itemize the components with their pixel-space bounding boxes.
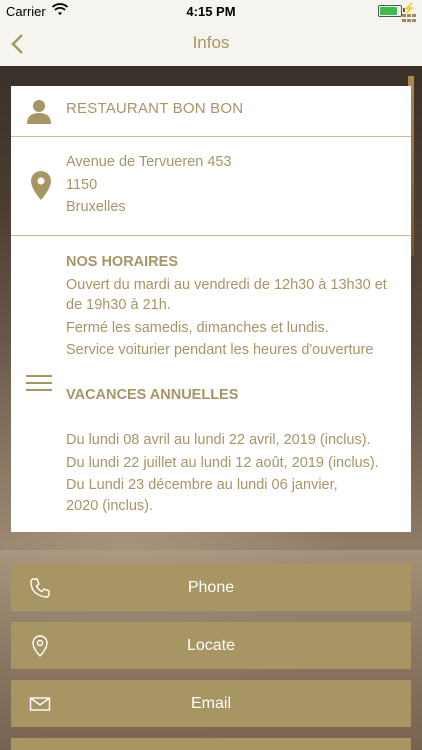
location-pin-icon bbox=[31, 171, 51, 200]
battery-icon bbox=[378, 5, 402, 17]
navigation-bar: Infos bbox=[0, 22, 422, 66]
app-grid-icon bbox=[402, 14, 418, 22]
hours-line: de 19h30 à 21h. bbox=[66, 297, 171, 313]
person-icon bbox=[27, 100, 51, 124]
phone-button-label: Phone bbox=[187, 579, 235, 596]
clock: 4:15 PM bbox=[186, 4, 236, 19]
vacation-line: Du lundi 08 avril au lundi 22 avril, 201… bbox=[66, 432, 371, 448]
address-section: Avenue de Tervueren 453 1150 Bruxelles bbox=[11, 137, 411, 236]
vacation-title: VACANCES ANNUELLES bbox=[66, 387, 239, 403]
email-button[interactable]: Email bbox=[11, 680, 411, 727]
phone-button[interactable]: Phone bbox=[11, 564, 411, 611]
page-title: Infos bbox=[192, 33, 230, 52]
menu-lines-icon bbox=[26, 375, 52, 391]
restaurant-name-section: RESTAURANT BON BON bbox=[11, 86, 411, 137]
more-button[interactable] bbox=[11, 738, 411, 750]
hours-title: NOS HORAIRES bbox=[66, 254, 178, 270]
phone-icon bbox=[30, 578, 50, 598]
hours-line: Service voiturier pendant les heures d'o… bbox=[66, 342, 374, 358]
locate-button-label: Locate bbox=[186, 637, 236, 654]
status-bar: Carrier 4:15 PM ⚡ bbox=[0, 0, 422, 22]
vacation-line: Du lundi 22 juillet au lundi 12 août, 20… bbox=[66, 455, 379, 471]
address-postcode: 1150 bbox=[66, 177, 98, 193]
vacation-line: Du Lundi 23 décembre au lundi 06 janvier… bbox=[66, 477, 338, 493]
address-street: Avenue de Tervueren 453 bbox=[66, 154, 232, 170]
mail-icon bbox=[29, 697, 51, 711]
locate-button[interactable]: Locate bbox=[11, 622, 411, 669]
vacation-line: 2020 (inclus). bbox=[66, 498, 154, 514]
email-button-label: Email bbox=[190, 695, 231, 712]
hours-line: Ouvert du mardi au vendredi de 12h30 à 1… bbox=[66, 277, 387, 293]
pin-outline-icon bbox=[32, 635, 48, 657]
hours-line: Fermé les samedis, dimanches et lundis. bbox=[66, 320, 329, 336]
info-card: RESTAURANT BON BON Avenue de Tervueren 4… bbox=[11, 86, 411, 532]
hours-section: NOS HORAIRES Ouvert du mardi au vendredi… bbox=[11, 236, 411, 532]
restaurant-name: RESTAURANT BON BON bbox=[66, 100, 244, 117]
address-city: Bruxelles bbox=[66, 199, 126, 215]
